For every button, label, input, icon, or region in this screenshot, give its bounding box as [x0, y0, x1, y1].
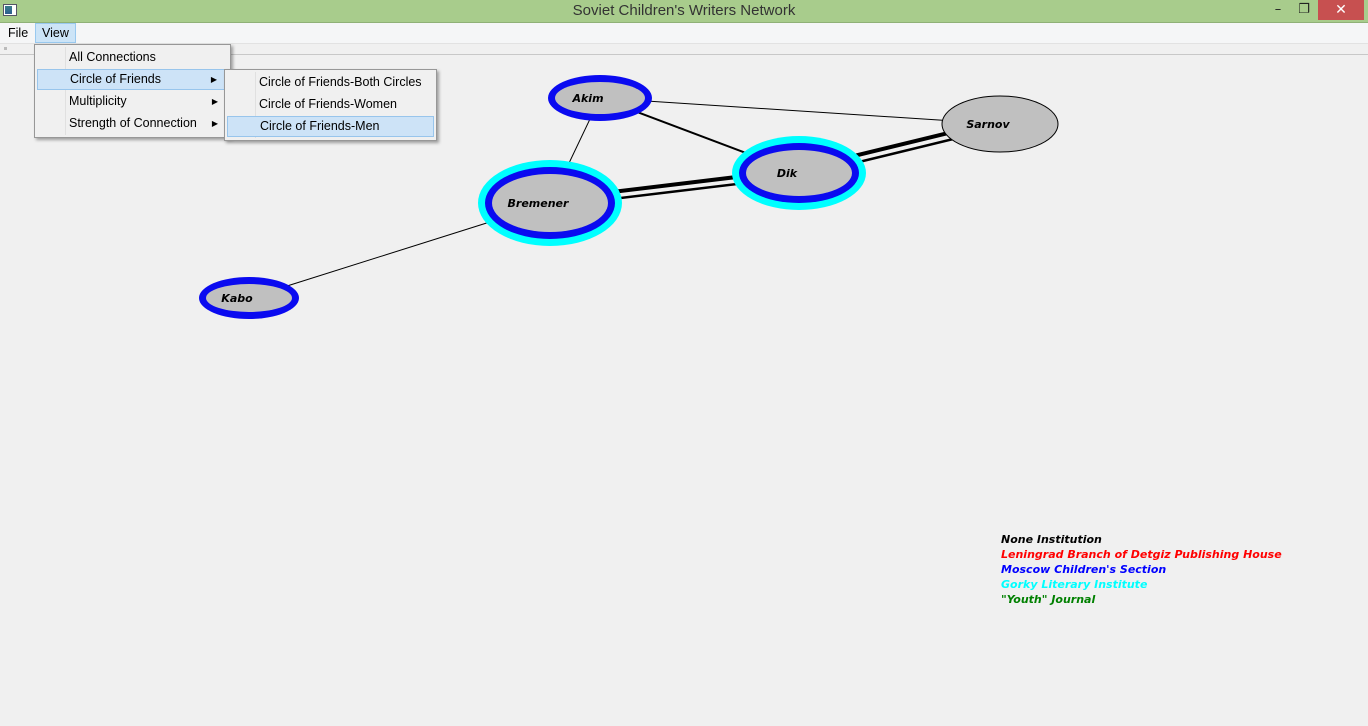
node-label: Sarnov [966, 118, 1010, 131]
maximize-button[interactable]: ❐ [1290, 0, 1318, 20]
menu-item-men[interactable]: Circle of Friends-Men [227, 116, 434, 137]
menu-item-strength-of-connection[interactable]: Strength of Connection ▶ [37, 113, 228, 134]
legend-item: None Institution [1001, 533, 1102, 546]
node-bremener[interactable]: Bremener [478, 160, 622, 246]
grip-handle[interactable] [4, 47, 7, 50]
node-label: Bremener [508, 197, 569, 210]
menu-bar: File View [0, 23, 1368, 44]
menu-item-women[interactable]: Circle of Friends-Women [227, 94, 434, 115]
menu-item-both-circles[interactable]: Circle of Friends-Both Circles [227, 72, 434, 93]
node-label: Akim [571, 92, 603, 105]
node-kabo[interactable]: Kabo [199, 277, 299, 319]
menu-item-multiplicity[interactable]: Multiplicity ▶ [37, 91, 228, 112]
node-body [746, 150, 852, 196]
submenu-arrow-icon: ▶ [211, 97, 218, 106]
network-canvas: Akim Sarnov Dik Bremener Kabo [199, 75, 1059, 319]
menu-item-circle-of-friends[interactable]: Circle of Friends ▶ [37, 69, 228, 90]
legend-item: Moscow Children's Section [1001, 563, 1167, 576]
node-akim[interactable]: Akim [548, 75, 652, 121]
legend-item: Leningrad Branch of Detgiz Publishing Ho… [1001, 548, 1282, 561]
menu-view[interactable]: View [35, 23, 76, 43]
node-sarnov[interactable]: Sarnov [941, 95, 1059, 153]
menu-file[interactable]: File [2, 24, 34, 42]
close-button[interactable]: ✕ [1318, 0, 1364, 20]
legend-item: "Youth" Journal [1001, 593, 1096, 606]
circle-of-friends-submenu: Circle of Friends-Both Circles Circle of… [224, 69, 437, 141]
node-label: Dik [777, 167, 798, 180]
submenu-arrow-icon: ▶ [210, 75, 217, 84]
menu-item-all-connections[interactable]: All Connections [37, 47, 228, 68]
minimize-button[interactable]: – [1264, 0, 1292, 20]
view-dropdown: All Connections Circle of Friends ▶ Multi… [34, 44, 231, 138]
legend-item: Gorky Literary Institute [1001, 578, 1148, 591]
institution-legend: None Institution Leningrad Branch of Detg… [1001, 532, 1282, 607]
title-bar: Soviet Children's Writers Network – ❐ ✕ [0, 0, 1368, 23]
node-dik[interactable]: Dik [732, 136, 866, 210]
submenu-arrow-icon: ▶ [211, 119, 218, 128]
window-title: Soviet Children's Writers Network [572, 2, 796, 19]
node-label: Kabo [221, 292, 253, 305]
